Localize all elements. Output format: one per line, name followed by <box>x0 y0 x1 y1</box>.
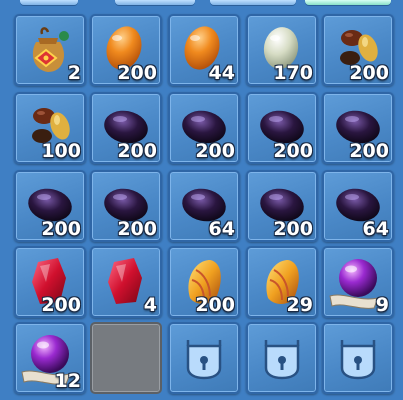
inventory-grid: 2 200 44 170 200 100 200 200 200 200 200… <box>0 0 403 400</box>
inventory-slot[interactable]: 29 <box>246 246 318 318</box>
inventory-slot[interactable]: 44 <box>168 14 240 86</box>
inventory-slot[interactable]: 200 <box>168 92 240 164</box>
inventory-slot[interactable]: 64 <box>168 170 240 242</box>
item-count: 200 <box>117 62 157 84</box>
item-count: 29 <box>286 294 313 316</box>
inventory-slot[interactable]: 12 <box>14 322 86 394</box>
locked-slot[interactable] <box>168 322 240 394</box>
inventory-slot[interactable]: 200 <box>322 92 394 164</box>
item-count: 44 <box>208 62 235 84</box>
inventory-slot[interactable]: 200 <box>246 170 318 242</box>
item-count: 200 <box>117 218 157 240</box>
item-count: 200 <box>41 294 81 316</box>
inventory-slot[interactable]: 200 <box>90 14 162 86</box>
inventory-slot[interactable]: 200 <box>246 92 318 164</box>
item-count: 200 <box>273 218 313 240</box>
item-count: 200 <box>117 140 157 162</box>
padlock-icon <box>186 340 222 380</box>
item-count: 200 <box>273 140 313 162</box>
inventory-slot[interactable]: 200 <box>90 170 162 242</box>
inventory-slot[interactable]: 100 <box>14 92 86 164</box>
item-count: 100 <box>41 140 81 162</box>
inventory-slot[interactable]: 200 <box>14 170 86 242</box>
inventory-slot[interactable]: 64 <box>322 170 394 242</box>
locked-slot[interactable] <box>322 322 394 394</box>
item-count: 170 <box>273 62 313 84</box>
item-count: 2 <box>67 62 81 84</box>
inventory-slot[interactable]: 9 <box>322 246 394 318</box>
inventory-slot[interactable]: 2 <box>14 14 86 86</box>
locked-slot[interactable] <box>246 322 318 394</box>
inventory-slot[interactable]: 170 <box>246 14 318 86</box>
padlock-icon <box>264 340 300 380</box>
inventory-slot[interactable]: 200 <box>322 14 394 86</box>
item-count: 200 <box>349 62 389 84</box>
empty-slot[interactable] <box>90 322 162 394</box>
item-count: 200 <box>195 294 235 316</box>
item-count: 200 <box>41 218 81 240</box>
item-count: 200 <box>195 140 235 162</box>
inventory-slot[interactable]: 4 <box>90 246 162 318</box>
inventory-slot[interactable]: 200 <box>90 92 162 164</box>
item-count: 200 <box>349 140 389 162</box>
item-count: 64 <box>208 218 235 240</box>
item-count: 9 <box>375 294 389 316</box>
item-count: 12 <box>54 370 81 392</box>
inventory-slot[interactable]: 200 <box>14 246 86 318</box>
item-count: 4 <box>143 294 157 316</box>
item-count: 64 <box>362 218 389 240</box>
inventory-slot[interactable]: 200 <box>168 246 240 318</box>
padlock-icon <box>340 340 376 380</box>
